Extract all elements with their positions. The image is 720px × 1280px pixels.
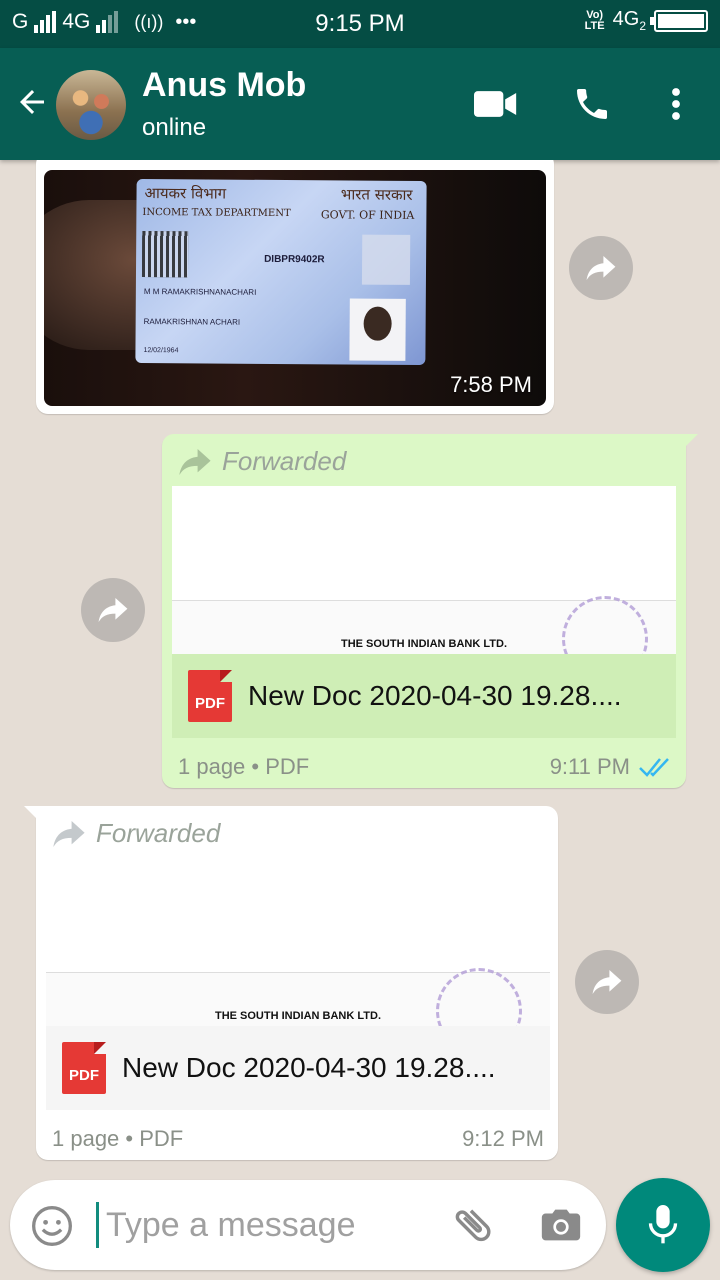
forwarded-label: Forwarded bbox=[52, 818, 220, 849]
camera-icon[interactable] bbox=[538, 1202, 584, 1248]
document-name: New Doc 2020-04-30 19.28.... bbox=[248, 680, 622, 711]
document-preview[interactable]: THE SOUTH INDIAN BANK LTD. bbox=[46, 858, 550, 1026]
message-time-row: 9:12 PM bbox=[462, 1126, 544, 1152]
card-dept: INCOME TAX DEPARTMENT bbox=[142, 207, 291, 220]
chat-header: Anus Mob online bbox=[0, 48, 720, 160]
card-photo bbox=[349, 298, 406, 361]
card-hindi-left: आयकर विभाग bbox=[144, 184, 227, 203]
card-govt: GOVT. OF INDIA bbox=[320, 208, 415, 222]
message-time-row: 9:11 PM bbox=[550, 754, 672, 780]
document-message-incoming[interactable]: Forwarded THE SOUTH INDIAN BANK LTD. PDF… bbox=[24, 806, 558, 1160]
volte-indicator: Vo) LTE bbox=[584, 8, 605, 32]
chat-area[interactable]: आयकर विभाग भारत सरकार INCOME TAX DEPARTM… bbox=[0, 160, 720, 1170]
pdf-icon: PDF bbox=[188, 670, 232, 722]
mic-button[interactable] bbox=[616, 1178, 710, 1272]
pdf-icon: PDF bbox=[62, 1042, 106, 1094]
pan-card-image: आयकर विभाग भारत सरकार INCOME TAX DEPARTM… bbox=[135, 178, 427, 366]
forwarded-icon bbox=[179, 448, 211, 475]
text-cursor bbox=[96, 1202, 99, 1248]
card-name: M M RAMAKRISHNANACHARI bbox=[143, 287, 257, 297]
card-hologram bbox=[361, 234, 411, 285]
image-message[interactable]: आयकर विभाग भारत सरकार INCOME TAX DEPARTM… bbox=[36, 160, 554, 414]
read-ticks-icon bbox=[639, 758, 669, 777]
more-vert-icon[interactable] bbox=[652, 80, 700, 128]
volte-top: Vo) bbox=[586, 8, 604, 21]
phone-icon[interactable] bbox=[568, 80, 616, 128]
card-father-name: RAMAKRISHNAN ACHARI bbox=[143, 317, 241, 327]
forward-button[interactable] bbox=[81, 578, 145, 642]
forward-icon bbox=[586, 256, 616, 280]
forward-button[interactable] bbox=[569, 236, 633, 300]
network-type-right: 4G2 bbox=[613, 8, 646, 33]
forwarded-text: Forwarded bbox=[222, 446, 347, 476]
network-right-label: 4G bbox=[612, 8, 640, 30]
document-meta: 1 page • PDF bbox=[52, 1126, 184, 1151]
avatar[interactable] bbox=[56, 70, 126, 140]
forward-icon bbox=[592, 970, 622, 994]
attach-icon[interactable] bbox=[450, 1202, 496, 1248]
document-file-row[interactable]: PDF New Doc 2020-04-30 19.28.... bbox=[172, 654, 676, 738]
contact-status: online bbox=[142, 114, 207, 141]
emoji-icon[interactable] bbox=[30, 1204, 74, 1248]
document-file-row[interactable]: PDF New Doc 2020-04-30 19.28.... bbox=[46, 1026, 550, 1110]
forwarded-icon bbox=[53, 820, 85, 847]
status-right: Vo) LTE 4G2 bbox=[585, 8, 708, 33]
card-hindi-right: भारत सरकार bbox=[340, 185, 413, 204]
document-message-outgoing[interactable]: Forwarded THE SOUTH INDIAN BANK LTD. PDF… bbox=[162, 434, 698, 788]
document-name: New Doc 2020-04-30 19.28.... bbox=[122, 1052, 496, 1083]
card-qr-code bbox=[141, 231, 189, 278]
document-meta: 1 page • PDF bbox=[178, 754, 310, 779]
image-attachment[interactable]: आयकर विभाग भारत सरकार INCOME TAX DEPARTM… bbox=[44, 170, 546, 406]
contact-name[interactable]: Anus Mob bbox=[142, 66, 306, 105]
message-input[interactable] bbox=[106, 1198, 436, 1252]
message-time: 9:12 PM bbox=[462, 1126, 544, 1151]
status-bar: G 4G ((ı)) ••• 9:15 PM Vo) LTE 4G2 bbox=[0, 0, 720, 48]
sim-index: 2 bbox=[639, 19, 646, 33]
forward-button[interactable] bbox=[575, 950, 639, 1014]
video-call-icon[interactable] bbox=[472, 80, 520, 128]
card-dob: 12/02/1964 bbox=[143, 347, 179, 355]
message-composer bbox=[10, 1180, 606, 1270]
forwarded-text: Forwarded bbox=[96, 818, 221, 848]
volte-bottom: LTE bbox=[584, 19, 605, 32]
message-time: 7:58 PM bbox=[450, 372, 532, 397]
forwarded-label: Forwarded bbox=[178, 446, 346, 477]
forward-icon bbox=[98, 598, 128, 622]
card-number: DIBPR9402R bbox=[264, 253, 325, 266]
mic-icon bbox=[648, 1205, 678, 1244]
back-arrow-icon[interactable] bbox=[14, 84, 50, 120]
battery-icon bbox=[650, 9, 708, 32]
message-time: 9:11 PM bbox=[549, 754, 630, 779]
document-preview[interactable]: THE SOUTH INDIAN BANK LTD. bbox=[172, 486, 676, 654]
